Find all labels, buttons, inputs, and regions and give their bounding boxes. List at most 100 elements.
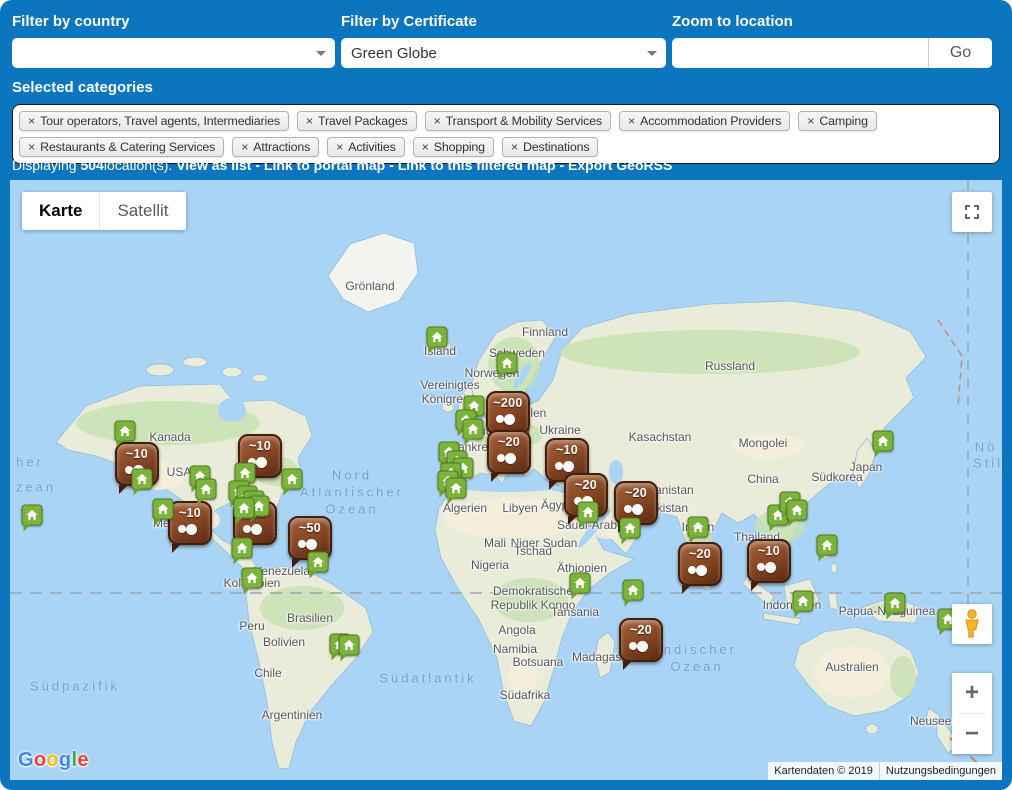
status-text: location(s). [104,157,176,173]
category-chip-label: Camping [819,114,868,128]
category-chip-label: Destinations [523,140,589,154]
zoom-in-button[interactable]: + [952,673,992,713]
location-count: 504 [80,157,103,173]
house-icon [624,522,637,535]
link-to-portal-map[interactable]: Link to portal map [264,157,385,173]
cluster-marker[interactable]: ~10 [168,501,212,545]
house-icon [26,509,39,522]
category-chip-label: Travel Packages [318,114,408,128]
house-marker[interactable] [242,568,263,589]
category-chip-label: Tour operators, Travel agents, Intermedi… [40,114,280,128]
category-chip[interactable]: × Camping [798,111,877,131]
cluster-dot-icon [696,565,707,576]
house-marker[interactable] [308,552,329,573]
remove-icon[interactable]: × [241,140,248,154]
view-as-list-link[interactable]: View as list [176,157,251,173]
cluster-dot-icon [496,415,504,423]
category-chip[interactable]: × Tour operators, Travel agents, Intermed… [19,111,289,131]
remove-icon[interactable]: × [28,114,35,128]
pegman-button[interactable] [952,604,992,644]
terms-of-use-link[interactable]: Nutzungsbedingungen [880,762,1002,780]
cluster-marker[interactable]: ~10 [747,539,791,583]
house-marker[interactable] [234,498,255,519]
house-marker[interactable] [232,538,253,559]
house-marker[interactable] [578,502,599,523]
cluster-dot-icon [306,539,317,550]
google-map-canvas[interactable]: GrönlandIslandFinnlandSchwedenNorwegenRu… [10,180,1002,780]
house-marker[interactable] [793,591,814,612]
house-marker[interactable] [446,478,467,499]
google-logo[interactable]: Google [18,749,89,772]
cluster-marker[interactable]: ~200 [486,391,530,435]
remove-icon[interactable]: × [628,114,635,128]
remove-icon[interactable]: × [28,140,35,154]
category-chip[interactable]: ×Accommodation Providers [619,111,790,131]
house-marker[interactable] [339,635,360,656]
cluster-marker[interactable]: ~20 [678,542,722,586]
filter-certificate-label: Filter by Certificate [341,13,666,30]
house-marker[interactable] [196,479,217,500]
house-icon [119,425,132,438]
category-chip[interactable]: ×Activities [327,137,404,157]
house-marker[interactable] [427,327,448,348]
filter-country: Filter by country [12,13,335,68]
map-type-satellite-button[interactable]: Satellit [99,192,185,230]
link-to-filtered-map[interactable]: Link to this filtered map [398,157,556,173]
category-chip[interactable]: × Travel Packages [297,111,417,131]
certificate-select[interactable]: Green Globe [341,38,666,68]
filters-row: Filter by country Filter by Certificate … [12,13,992,68]
chevron-down-icon [316,51,326,56]
house-marker[interactable] [463,419,484,440]
map-type-map-button[interactable]: Karte [22,192,99,230]
selected-categories-title: Selected categories [12,79,1000,96]
remove-icon[interactable]: × [511,140,518,154]
cluster-marker[interactable]: ~20 [619,618,663,662]
house-marker[interactable] [153,499,174,520]
house-marker[interactable] [282,469,303,490]
cluster-count-label: ~10 [117,447,157,461]
house-icon [236,542,249,555]
cluster-marker[interactable]: ~20 [487,430,531,474]
cluster-dot-icon [178,525,186,533]
category-chip-label: Attractions [253,140,310,154]
zoom-to-location-input[interactable] [672,38,928,68]
cluster-dot-icon [298,540,306,548]
house-marker[interactable] [623,580,644,601]
house-marker[interactable] [787,500,808,521]
house-marker[interactable] [132,469,153,490]
country-select[interactable] [12,38,335,68]
house-icon [627,584,640,597]
remove-icon[interactable]: × [306,114,313,128]
house-marker[interactable] [497,353,518,374]
remove-icon[interactable]: × [807,114,814,128]
house-marker[interactable] [688,517,709,538]
cluster-dot-icon [765,562,776,573]
cluster-count-label: ~20 [621,623,661,637]
remove-icon[interactable]: × [422,140,429,154]
remove-icon[interactable]: × [434,114,441,128]
category-chip[interactable]: × Destinations [502,137,598,157]
house-marker[interactable] [885,593,906,614]
export-georss-link[interactable]: Export GeoRSS [568,157,672,173]
house-marker[interactable] [22,505,43,526]
category-chip[interactable]: × Attractions [232,137,319,157]
house-marker[interactable] [115,421,136,442]
category-chip[interactable]: ×Restaurants & Catering Services [19,137,224,157]
house-marker[interactable] [817,535,838,556]
house-marker[interactable] [620,518,641,539]
status-bar: Displaying 504location(s). View as list … [12,157,672,173]
category-chip[interactable]: ×Transport & Mobility Services [425,111,611,131]
remove-icon[interactable]: × [336,140,343,154]
zoom-out-button[interactable]: − [952,714,992,754]
go-button[interactable]: Go [928,38,992,68]
fullscreen-button[interactable] [952,192,992,232]
zoom-to-location-group: Go [672,38,992,68]
map-filter-panel: Filter by country Filter by Certificate … [0,0,1012,790]
category-chip[interactable]: ×Shopping [413,137,494,157]
house-icon [157,503,170,516]
house-marker[interactable] [873,431,894,452]
cluster-count-label: ~20 [566,478,606,492]
house-marker[interactable] [570,573,591,594]
cluster-count-label: ~10 [240,439,280,453]
cluster-dot-icon [624,505,632,513]
